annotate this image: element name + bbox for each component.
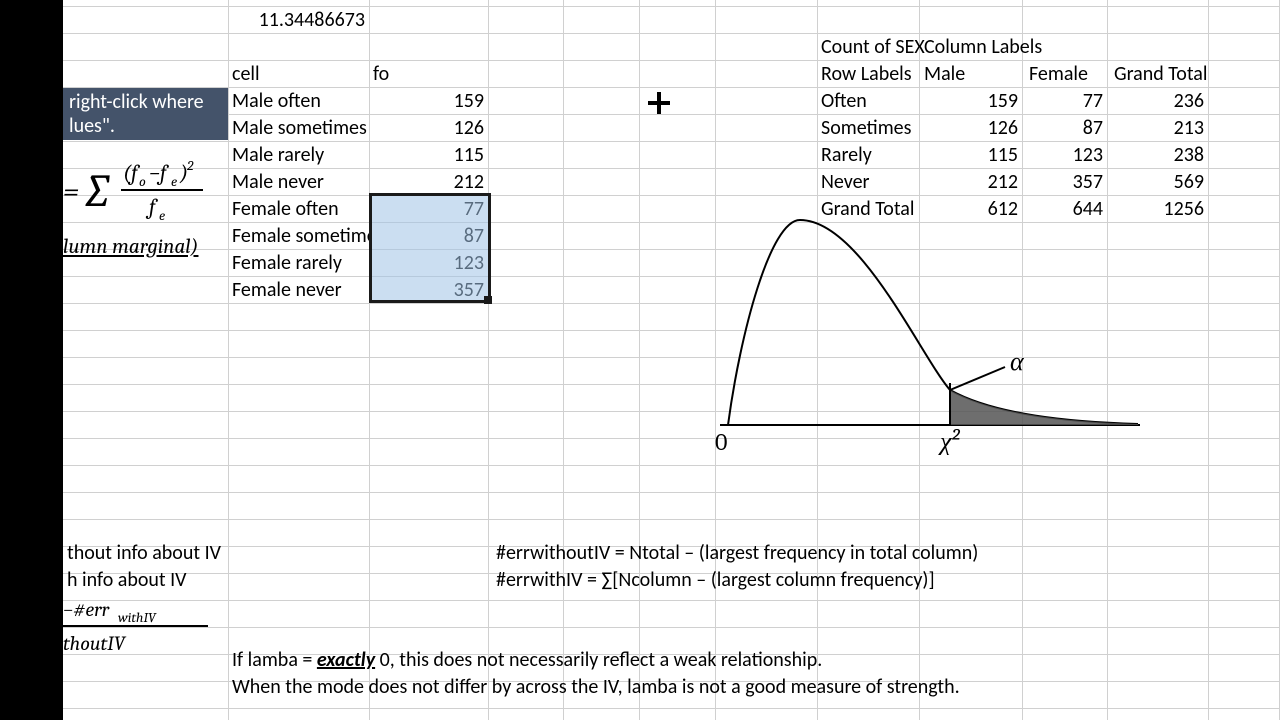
fo-label[interactable]: Male sometimes xyxy=(228,115,388,142)
fo-label[interactable]: Male often xyxy=(228,88,388,115)
svg-text:f: f xyxy=(145,194,158,220)
svg-text:withIV: withIV xyxy=(118,609,157,626)
pivot-row-label[interactable]: Rarely xyxy=(817,142,919,169)
pivot-m[interactable]: 115 xyxy=(920,142,1022,169)
svg-text:=: = xyxy=(63,174,79,209)
fo-val[interactable]: 212 xyxy=(369,169,488,196)
fo-label[interactable]: Male rarely xyxy=(228,142,388,169)
fo-label[interactable]: Male never xyxy=(228,169,388,196)
marginal-text: lumn marginal) xyxy=(63,235,198,259)
pivot-m[interactable]: 126 xyxy=(920,115,1022,142)
fo-val[interactable]: 357 xyxy=(369,277,488,304)
pivot-t[interactable]: 236 xyxy=(1107,88,1208,115)
pivot-m[interactable]: 159 xyxy=(920,88,1022,115)
pivot-t[interactable]: 238 xyxy=(1107,142,1208,169)
svg-text:∑: ∑ xyxy=(85,165,110,218)
svg-text:thoutIV: thoutIV xyxy=(63,632,127,655)
left-black-bar xyxy=(0,0,63,720)
err-with-iv: #errwithIV = ∑[Ncolumn – (largest column… xyxy=(492,567,1212,594)
pivot-t[interactable]: 569 xyxy=(1107,169,1208,196)
err-without-iv: #errwithoutIV = Ntotal – (largest freque… xyxy=(492,540,1212,567)
err-fraction: −#err withIV thoutIV xyxy=(63,596,223,665)
fo-label[interactable]: Female often xyxy=(228,196,388,223)
pivot-counter[interactable]: Count of SEX xyxy=(817,34,937,61)
lambda-line1: If lamba = exactly 0, this does not nece… xyxy=(228,647,1128,674)
pivot-m[interactable]: 212 xyxy=(920,169,1022,196)
pivot-f[interactable]: 87 xyxy=(1022,115,1107,142)
svg-text:−#err: −#err xyxy=(63,598,110,621)
svg-text:e: e xyxy=(171,173,177,190)
chisq-label: χ² xyxy=(937,427,960,455)
fo-header-fo[interactable]: fo xyxy=(369,61,488,88)
pivot-male-header[interactable]: Male xyxy=(920,61,1022,88)
fo-val[interactable]: 123 xyxy=(369,250,488,277)
snippet-with-iv: h info about IV xyxy=(63,567,263,594)
fo-label[interactable]: Female rarely xyxy=(228,250,388,277)
pivot-row-label[interactable]: Sometimes xyxy=(817,115,919,142)
pivot-col-labels[interactable]: Column Labels xyxy=(920,34,1080,61)
pivot-row-label[interactable]: Often xyxy=(817,88,919,115)
svg-text:−f: −f xyxy=(149,160,169,186)
fo-label[interactable]: Female never xyxy=(228,277,388,304)
pivot-t[interactable]: 213 xyxy=(1107,115,1208,142)
pivot-f[interactable]: 123 xyxy=(1022,142,1107,169)
snippet-without-iv: thout info about IV xyxy=(63,540,263,567)
fo-header-cell[interactable]: cell xyxy=(228,61,369,88)
chi-square-distribution-chart: α 0 χ² xyxy=(710,215,1140,455)
pivot-f[interactable]: 357 xyxy=(1022,169,1107,196)
pivot-grandtotal-header[interactable]: Grand Total xyxy=(1110,61,1220,88)
pivot-female-header[interactable]: Female xyxy=(1025,61,1110,88)
svg-text:2: 2 xyxy=(186,157,194,174)
fo-val[interactable]: 115 xyxy=(369,142,488,169)
svg-text:e: e xyxy=(159,207,165,224)
note-line2: lues". xyxy=(69,114,222,138)
chi-square-value: 11.34486673 xyxy=(228,7,369,34)
fo-val[interactable]: 159 xyxy=(369,88,488,115)
fo-val[interactable]: 126 xyxy=(369,115,488,142)
pivot-f[interactable]: 77 xyxy=(1022,88,1107,115)
tooltip-note: right-click where lues". xyxy=(63,88,228,140)
svg-text:(f: (f xyxy=(123,160,140,186)
pivot-row-labels[interactable]: Row Labels xyxy=(817,61,919,88)
pivot-row-label[interactable]: Never xyxy=(817,169,919,196)
alpha-label: α xyxy=(1010,347,1025,377)
excel-cell-cursor-icon xyxy=(648,92,670,114)
fo-label[interactable]: Female sometimes xyxy=(228,223,369,250)
lambda-line2: When the mode does not differ by across … xyxy=(228,674,1128,701)
zero-label: 0 xyxy=(715,428,727,455)
svg-text:o: o xyxy=(139,173,146,190)
fo-val[interactable]: 87 xyxy=(369,223,488,250)
note-line1: right-click where xyxy=(69,90,222,114)
chi-square-formula: = ∑ (f o −f e ) 2 f e xyxy=(63,156,228,231)
fo-val[interactable]: 77 xyxy=(369,196,488,223)
